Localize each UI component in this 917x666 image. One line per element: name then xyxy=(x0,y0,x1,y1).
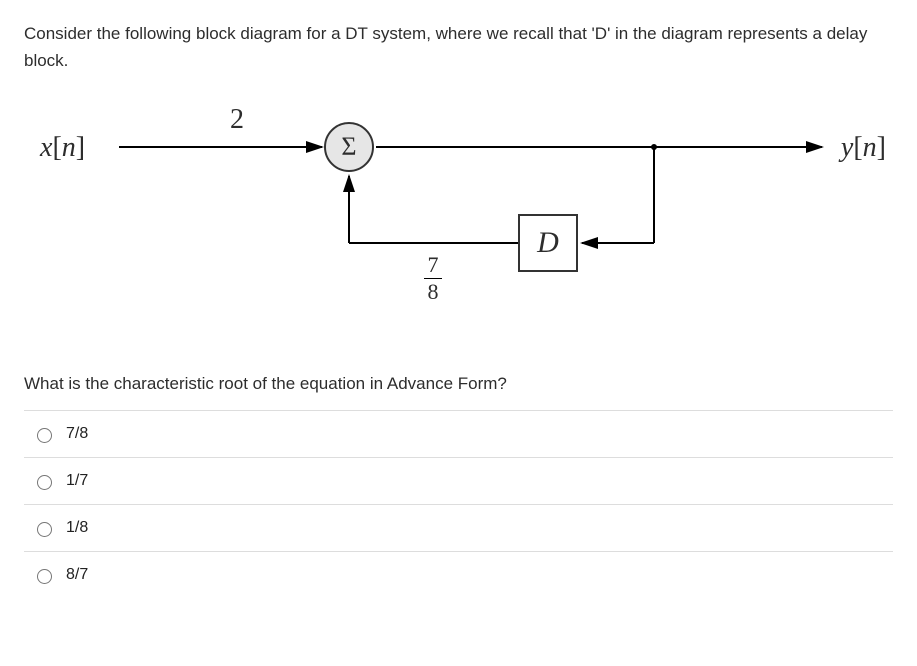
option-radio-3[interactable] xyxy=(37,569,52,584)
option-radio-2[interactable] xyxy=(37,522,52,537)
option-label: 8/7 xyxy=(66,566,88,584)
forward-gain-label: 2 xyxy=(230,104,244,136)
option-row[interactable]: 1/7 xyxy=(24,458,893,505)
option-row[interactable]: 7/8 xyxy=(24,411,893,458)
option-row[interactable]: 1/8 xyxy=(24,505,893,552)
option-label: 1/8 xyxy=(66,519,88,537)
options-list: 7/8 1/7 1/8 8/7 xyxy=(24,410,893,598)
diagram-wires xyxy=(24,104,894,354)
question-intro: Consider the following block diagram for… xyxy=(24,20,893,74)
option-radio-1[interactable] xyxy=(37,475,52,490)
output-label: y[n] xyxy=(841,132,886,164)
feedback-gain-label: 7 8 xyxy=(424,254,442,303)
option-label: 7/8 xyxy=(66,425,88,443)
feedback-gain-denominator: 8 xyxy=(424,281,442,303)
question-prompt: What is the characteristic root of the e… xyxy=(24,374,893,394)
delay-block: D xyxy=(518,214,578,272)
option-label: 1/7 xyxy=(66,472,88,490)
input-label: x[n] xyxy=(40,132,85,164)
option-radio-0[interactable] xyxy=(37,428,52,443)
option-row[interactable]: 8/7 xyxy=(24,552,893,598)
feedback-gain-numerator: 7 xyxy=(424,254,442,276)
block-diagram: x[n] 2 Σ D 7 8 y[n] xyxy=(24,104,894,354)
summing-junction: Σ xyxy=(324,122,374,172)
